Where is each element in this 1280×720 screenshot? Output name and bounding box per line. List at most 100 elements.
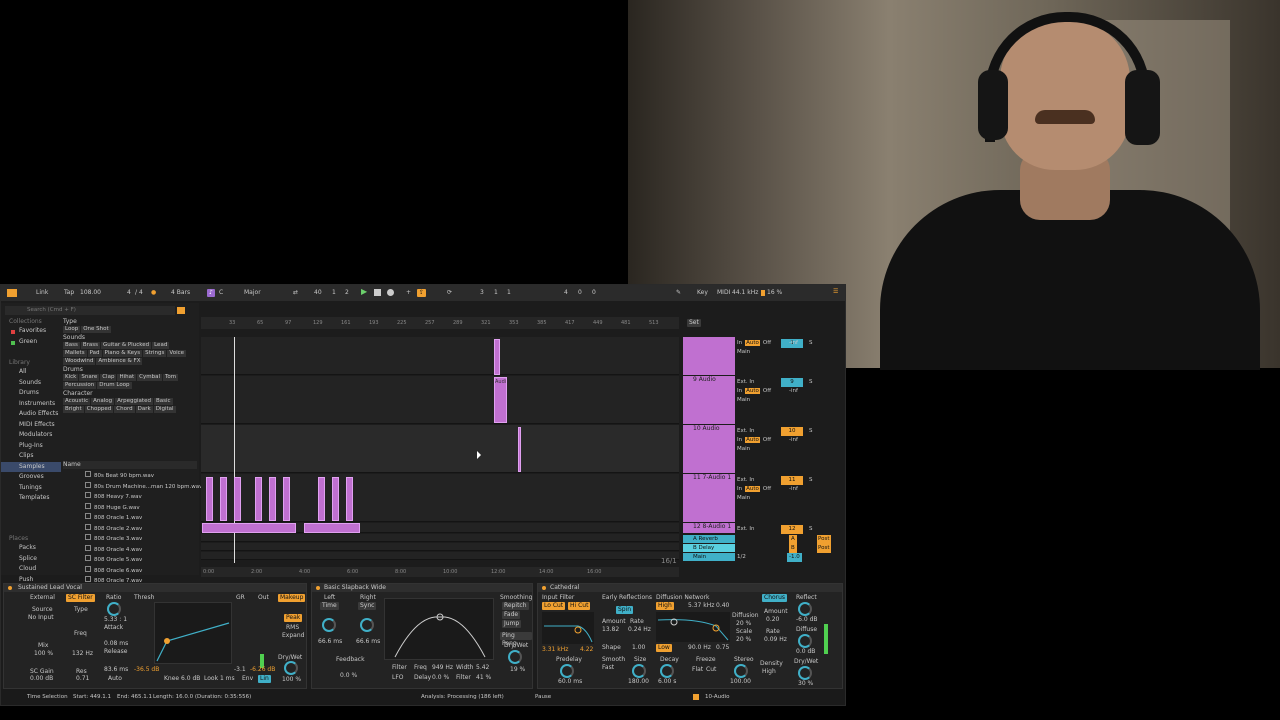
library-item[interactable]: Plug-Ins — [1, 441, 61, 452]
monitor-auto-button[interactable]: Auto — [745, 388, 760, 394]
output-select[interactable]: Main — [737, 348, 841, 357]
file-list-item[interactable]: 808 Oracle 6.wav — [63, 565, 197, 577]
monitor-off-button[interactable]: Off — [763, 340, 771, 346]
audio-clip[interactable] — [518, 427, 521, 472]
file-list-item[interactable]: 808 Oracle 2.wav — [63, 523, 197, 535]
browser-search-input[interactable]: Search (Cmd + F) — [5, 306, 175, 315]
output-select[interactable]: Main — [737, 445, 841, 454]
reflect-knob[interactable] — [798, 602, 812, 616]
filter-tag[interactable]: Ambience & FX — [96, 358, 143, 365]
track-number-button[interactable]: 10 — [781, 427, 803, 436]
set-button[interactable]: Set — [687, 319, 701, 327]
freq-value[interactable]: 949 Hz — [432, 664, 453, 672]
filter-tag[interactable]: Kick — [63, 374, 79, 381]
ratio-knob[interactable] — [107, 602, 121, 616]
spin-button[interactable]: Spin — [616, 606, 634, 614]
fade-button[interactable]: Fade — [502, 611, 521, 619]
filter-tag[interactable]: Basic — [153, 398, 173, 405]
lo-cut-button[interactable]: Lo Cut — [542, 602, 566, 610]
places-item[interactable]: Splice — [1, 554, 61, 565]
decay-knob[interactable] — [660, 664, 674, 678]
input-type-select[interactable]: Ext. In — [737, 477, 755, 483]
audio-clip[interactable] — [494, 339, 500, 375]
library-item[interactable]: Samples — [1, 461, 61, 472]
makeup-button[interactable]: Makeup — [278, 594, 306, 602]
device-on-icon[interactable] — [542, 586, 546, 590]
device-on-icon[interactable] — [8, 586, 12, 590]
position-beat[interactable]: 1 — [332, 289, 336, 297]
volume-value[interactable]: -inf — [789, 387, 798, 396]
metronome-icon[interactable]: ● — [151, 289, 156, 297]
library-item[interactable]: Drums — [1, 388, 61, 399]
output-select[interactable]: Main — [737, 396, 841, 405]
volume-value[interactable]: -inf — [789, 485, 798, 494]
tap-button[interactable]: Tap — [64, 289, 74, 297]
monitor-auto-button[interactable]: Auto — [745, 437, 760, 443]
rate-value[interactable]: 0.0 % — [432, 674, 449, 682]
record-icon[interactable] — [387, 289, 394, 296]
monitor-auto-button[interactable]: Auto — [745, 340, 760, 346]
diffusion-value[interactable]: 20 % — [736, 620, 751, 628]
out-value[interactable]: -6.26 dB — [250, 666, 275, 674]
filter-tag[interactable]: Voice — [167, 350, 187, 357]
filter-tag[interactable]: Hihat — [117, 374, 137, 381]
monitor-in-button[interactable]: In — [737, 486, 742, 492]
width-value[interactable]: 5.42 — [476, 664, 489, 672]
drywet-value[interactable]: 100 % — [282, 676, 301, 684]
drywet-knob[interactable] — [284, 661, 298, 675]
filter-tag[interactable]: Tom — [162, 374, 179, 381]
audio-clip[interactable] — [346, 477, 353, 521]
filter-tag[interactable]: Guitar & Plucked — [101, 342, 152, 349]
filter-tag[interactable]: Lead — [152, 342, 170, 349]
filter-tag[interactable]: Arpeggiated — [115, 398, 153, 405]
link-button[interactable]: Link — [36, 289, 48, 297]
expand-button[interactable]: Expand — [282, 632, 304, 640]
ping-pong-button[interactable]: Ping Pong — [500, 632, 532, 647]
diffusion-graph[interactable] — [656, 612, 730, 642]
filter-tag[interactable]: Pad — [87, 350, 102, 357]
sc-filter-button[interactable]: SC Filter — [66, 594, 95, 602]
collection-green[interactable]: Green — [1, 337, 61, 348]
freq-value[interactable]: 132 Hz — [72, 650, 93, 658]
input-freq-value[interactable]: 3.31 kHz — [542, 646, 568, 654]
low-button[interactable]: Low — [656, 644, 672, 652]
library-item[interactable]: Modulators — [1, 430, 61, 441]
hi-cut-button[interactable]: Hi Cut — [568, 602, 591, 610]
library-item[interactable]: Clips — [1, 451, 61, 462]
file-list-item[interactable]: 808 Oracle 4.wav — [63, 544, 197, 556]
right-time-value[interactable]: 66.6 ms — [356, 638, 380, 646]
time-sig-denominator[interactable]: 4 — [139, 289, 143, 297]
diffuse-value[interactable]: 0.0 dB — [796, 648, 815, 656]
audio-clip[interactable] — [269, 477, 276, 521]
audio-clip[interactable] — [283, 477, 290, 521]
key-map-button[interactable]: Key — [697, 289, 708, 297]
volume-value[interactable]: -inf — [789, 436, 798, 445]
main-output-select[interactable]: 1/2 — [737, 554, 746, 560]
size-knob[interactable] — [632, 664, 646, 678]
filter-tag[interactable]: Snare — [79, 374, 100, 381]
return-letter-button[interactable]: B — [789, 544, 797, 553]
drywet-value[interactable]: 30 % — [798, 680, 813, 688]
device-on-icon[interactable] — [316, 586, 320, 590]
collection-favorites[interactable]: Favorites — [1, 326, 61, 337]
position-sixteenth[interactable]: 2 — [345, 289, 349, 297]
input-filter-graph[interactable] — [542, 612, 594, 644]
library-item[interactable]: Grooves — [1, 472, 61, 483]
filter-tag[interactable]: Mallets — [63, 350, 87, 357]
density-value[interactable]: High — [762, 668, 776, 676]
track-number-button[interactable]: 9 — [781, 378, 803, 387]
quantization-menu[interactable]: 4 Bars — [171, 289, 190, 297]
low-q-value[interactable]: 0.75 — [716, 644, 729, 652]
loop-switch-icon[interactable]: ⟳ — [447, 289, 452, 297]
diffuse-knob[interactable] — [798, 634, 812, 648]
file-list-item[interactable]: 808 Oracle 1.wav — [63, 513, 197, 524]
file-list-item[interactable]: 808 Huge G.wav — [63, 502, 197, 514]
high-button[interactable]: High — [656, 602, 674, 610]
drywet-value[interactable]: 19 % — [510, 666, 525, 674]
file-list-item[interactable]: 80s Drum Machine...man 120 bpm.wav — [63, 481, 202, 493]
return-letter-button[interactable]: A — [789, 535, 797, 544]
high-q-value[interactable]: 0.40 — [716, 602, 729, 610]
loop-start-sixteenth[interactable]: 1 — [507, 289, 511, 297]
monitor-in-button[interactable]: In — [737, 340, 742, 346]
audio-clip[interactable] — [304, 523, 360, 533]
